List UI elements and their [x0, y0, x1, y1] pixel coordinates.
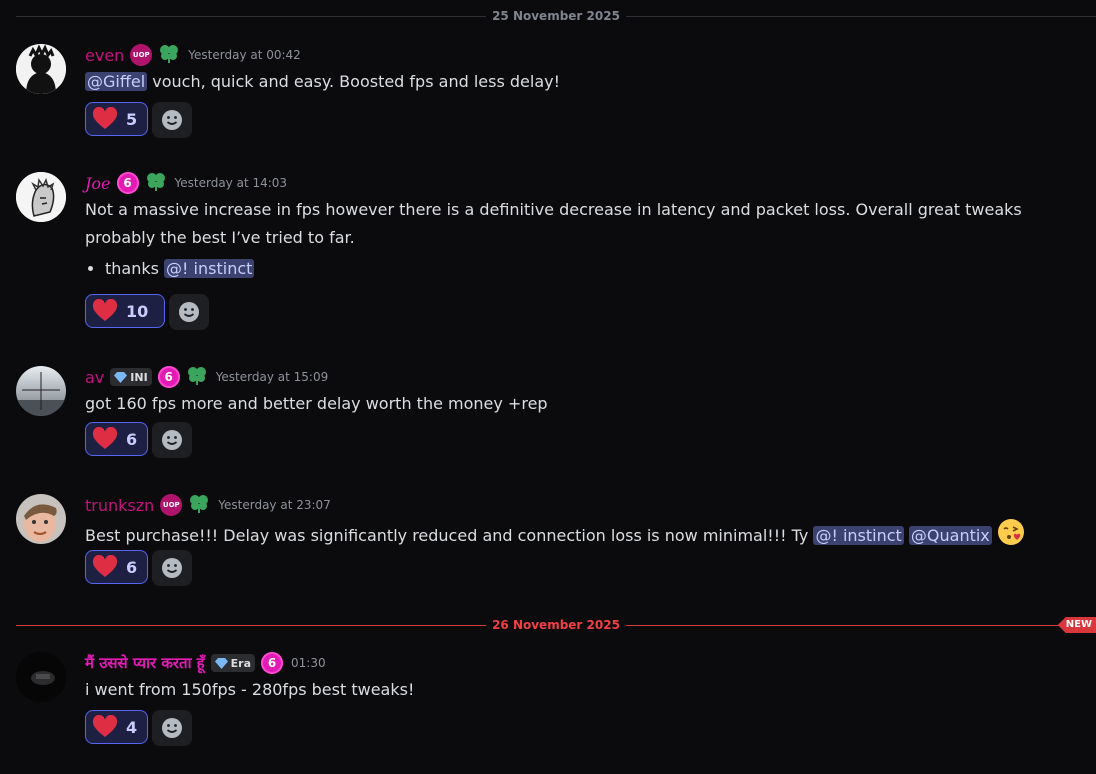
bullet-list: thanks @! instinct — [85, 252, 1082, 286]
level-badge[interactable]: 6 — [157, 366, 180, 388]
heart-icon — [92, 555, 118, 577]
heart-reaction[interactable]: 5 — [85, 102, 149, 136]
smiley-icon — [162, 718, 183, 738]
guild-tag[interactable]: INI — [110, 368, 152, 386]
chat-channel: 25 November 2025 even UOP Yesterday at 0… — [0, 0, 1096, 774]
message-content: @Giffel vouch, quick and easy. Boosted f… — [85, 68, 1082, 96]
add-reaction-button[interactable] — [169, 294, 209, 330]
user-mention[interactable]: @! instinct — [164, 259, 255, 278]
message-text: Best purchase!!! Delay was significantly… — [85, 526, 814, 545]
timestamp[interactable]: Yesterday at 00:42 — [188, 48, 301, 62]
reactions-bar: 6 — [85, 550, 193, 586]
heart-reaction[interactable]: 10 — [85, 294, 165, 328]
clover-icon[interactable] — [188, 492, 210, 518]
guild-tag-label: INI — [130, 370, 148, 384]
face-blowing-kiss-icon — [997, 518, 1025, 555]
reactions-bar: 4 — [85, 710, 193, 746]
avatar[interactable] — [16, 652, 66, 702]
smiley-icon — [162, 110, 183, 130]
avatar[interactable] — [16, 172, 66, 222]
guild-tag-label: Era — [230, 656, 252, 670]
message-content: Best purchase!!! Delay was significantly… — [85, 518, 1082, 555]
add-reaction-button[interactable] — [152, 102, 193, 138]
timestamp[interactable]: Yesterday at 23:07 — [218, 498, 331, 512]
add-reaction-button[interactable] — [152, 550, 193, 586]
smiley-icon — [179, 302, 199, 322]
avatar[interactable] — [16, 44, 66, 94]
message-content: Not a massive increase in fps however th… — [85, 196, 1082, 286]
reaction-count: 6 — [126, 429, 138, 449]
message-header: मैं उससे प्यार करता हूँ Era 6 01:30 — [85, 652, 326, 674]
reactions-bar: 5 — [85, 102, 193, 138]
clover-icon[interactable] — [186, 364, 208, 390]
level-badge[interactable]: 6 — [261, 652, 284, 674]
smiley-icon — [162, 558, 183, 578]
username[interactable]: Joe — [85, 174, 111, 193]
heart-icon — [92, 715, 118, 737]
uop-badge[interactable]: UOP — [130, 44, 153, 66]
username[interactable]: even — [85, 46, 124, 65]
reactions-bar: 10 — [85, 294, 209, 330]
reaction-count: 4 — [126, 717, 138, 737]
gem-icon — [214, 657, 228, 669]
reactions-bar: 6 — [85, 422, 193, 458]
username[interactable]: trunkszn — [85, 496, 154, 515]
heart-reaction[interactable]: 6 — [85, 550, 149, 584]
list-item: thanks @! instinct — [105, 252, 1082, 286]
add-reaction-button[interactable] — [152, 422, 193, 458]
date-divider-label: 25 November 2025 — [486, 9, 626, 23]
gem-icon — [114, 371, 128, 383]
guild-tag[interactable]: Era — [210, 654, 256, 672]
heart-icon — [92, 427, 118, 449]
reaction-count: 5 — [126, 109, 138, 129]
heart-reaction[interactable]: 4 — [85, 710, 149, 744]
heart-icon — [92, 299, 118, 321]
date-divider: 25 November 2025 — [16, 9, 1096, 23]
uop-badge[interactable]: UOP — [160, 494, 183, 516]
message-text: got 160 fps more and better delay worth … — [85, 394, 548, 413]
timestamp[interactable]: 01:30 — [291, 656, 326, 670]
clover-icon[interactable] — [158, 42, 180, 68]
clover-icon[interactable] — [145, 170, 167, 196]
message-header: av INI 6 Yesterday at 15:09 — [85, 366, 328, 388]
avatar[interactable] — [16, 366, 66, 416]
message-content: i went from 150fps - 280fps best tweaks! — [85, 676, 1082, 704]
reaction-count: 10 — [126, 301, 149, 321]
message-text: i went from 150fps - 280fps best tweaks! — [85, 680, 415, 699]
message-header: even UOP Yesterday at 00:42 — [85, 44, 301, 66]
message-header: Joe 6 Yesterday at 14:03 — [85, 172, 287, 194]
message-content: got 160 fps more and better delay worth … — [85, 390, 1082, 418]
message-text: vouch, quick and easy. Boosted fps and l… — [147, 72, 560, 91]
avatar[interactable] — [16, 494, 66, 544]
username[interactable]: av — [85, 368, 104, 387]
reaction-count: 6 — [126, 557, 138, 577]
message-text: Not a massive increase in fps however th… — [85, 200, 1022, 247]
new-messages-divider: 26 November 2025 NEW — [16, 617, 1096, 633]
new-badge: NEW — [1057, 617, 1096, 633]
bullet-text: thanks — [105, 259, 165, 278]
message-header: trunkszn UOP Yesterday at 23:07 — [85, 494, 331, 516]
date-divider-label: 26 November 2025 — [486, 618, 626, 632]
timestamp[interactable]: Yesterday at 15:09 — [216, 370, 329, 384]
add-reaction-button[interactable] — [152, 710, 193, 746]
timestamp[interactable]: Yesterday at 14:03 — [175, 176, 288, 190]
smiley-icon — [162, 430, 183, 450]
heart-icon — [92, 107, 118, 129]
username[interactable]: मैं उससे प्यार करता हूँ — [85, 653, 205, 673]
user-mention[interactable]: @! instinct — [813, 526, 904, 545]
user-mention[interactable]: @Quantix — [908, 526, 992, 545]
heart-reaction[interactable]: 6 — [85, 422, 149, 456]
level-badge[interactable]: 6 — [116, 172, 139, 194]
user-mention[interactable]: @Giffel — [85, 72, 148, 91]
